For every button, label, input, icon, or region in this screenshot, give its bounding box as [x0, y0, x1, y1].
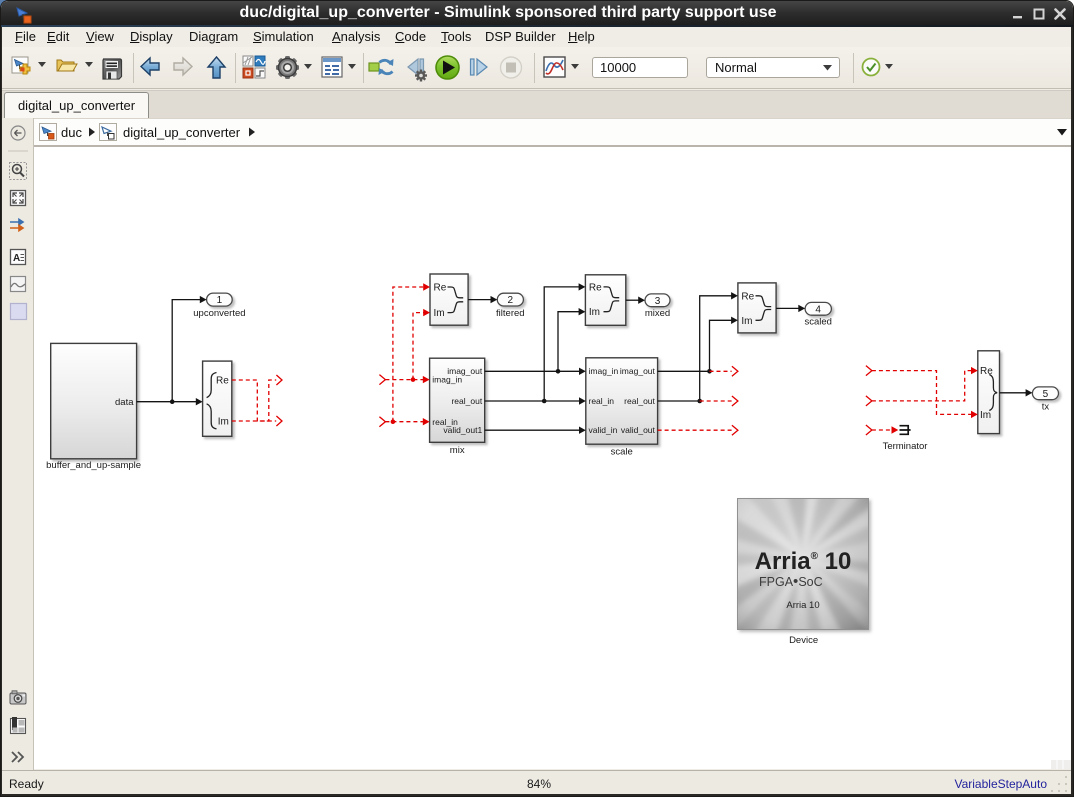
svg-text:3: 3 — [655, 296, 661, 307]
svg-text:valid_out1: valid_out1 — [443, 425, 482, 435]
svg-text:real_in: real_in — [589, 396, 615, 406]
svg-text:buffer_and_up-sample: buffer_and_up-sample — [46, 460, 141, 471]
svg-text:mix: mix — [450, 445, 465, 456]
svg-text:4: 4 — [815, 304, 821, 315]
svg-text:filtered: filtered — [496, 308, 525, 319]
svg-text:2: 2 — [508, 295, 514, 306]
svg-text:Device: Device — [789, 635, 818, 646]
svg-text:scale: scale — [611, 446, 633, 457]
svg-text:tx: tx — [1042, 401, 1050, 412]
svg-text:Im: Im — [218, 416, 229, 427]
svg-text:Re: Re — [434, 283, 447, 294]
svg-text:1: 1 — [217, 295, 223, 306]
svg-text:Re: Re — [741, 291, 754, 302]
svg-text:Re: Re — [980, 366, 993, 377]
svg-text:Im: Im — [434, 308, 445, 319]
svg-text:imag_in: imag_in — [589, 366, 619, 376]
svg-text:real_out: real_out — [451, 396, 482, 406]
svg-text:Im: Im — [589, 307, 600, 318]
svg-text:Im: Im — [980, 410, 991, 421]
svg-text:valid_out: valid_out — [621, 425, 656, 435]
svg-text:Terminator: Terminator — [883, 441, 928, 452]
svg-text:real_out: real_out — [624, 396, 655, 406]
svg-text:mixed: mixed — [645, 308, 670, 319]
svg-text:data: data — [115, 397, 134, 408]
svg-text:imag_out: imag_out — [620, 366, 656, 376]
svg-text:5: 5 — [1043, 389, 1049, 400]
svg-text:upconverted: upconverted — [193, 308, 245, 319]
svg-text:imag_in: imag_in — [432, 375, 462, 385]
svg-text:Re: Re — [216, 375, 229, 386]
svg-text:A: A — [13, 253, 20, 264]
svg-text:Re: Re — [589, 282, 602, 293]
svg-text:scaled: scaled — [804, 317, 831, 328]
svg-text:Im: Im — [741, 316, 752, 327]
svg-text:valid_in: valid_in — [589, 425, 618, 435]
